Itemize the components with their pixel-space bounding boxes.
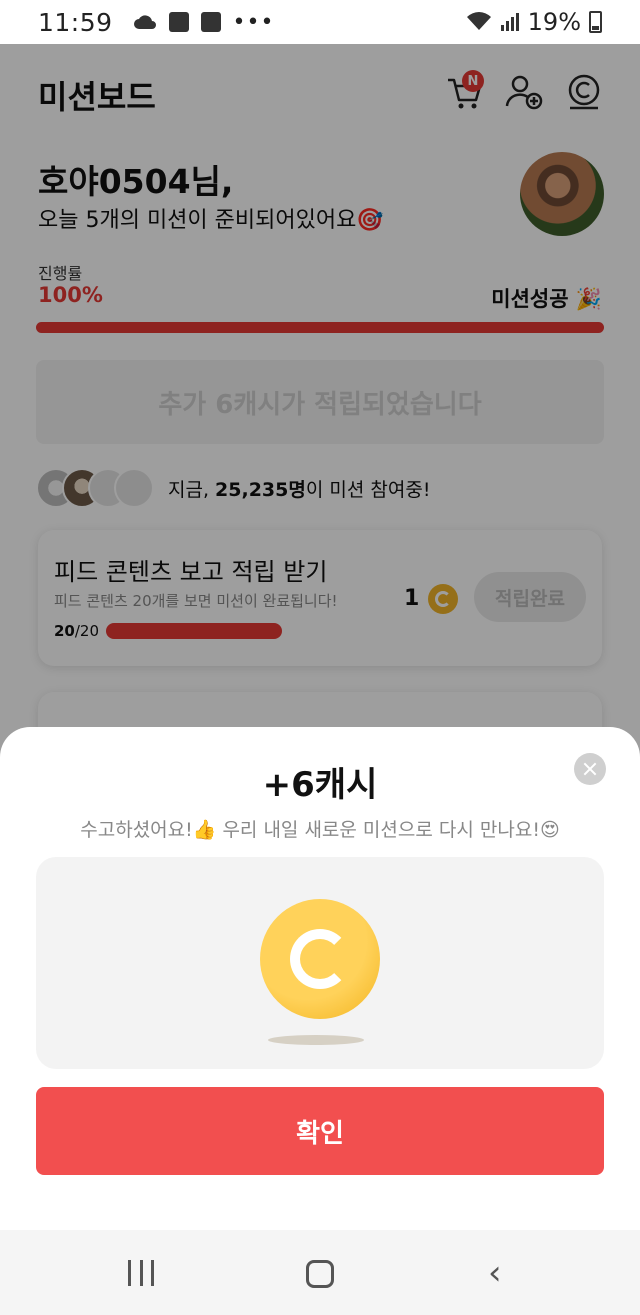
navigation-bar: ‹ (0, 1230, 640, 1315)
note-icon (168, 12, 189, 32)
confirm-button[interactable]: 확인 (36, 1087, 604, 1175)
cloud-icon (133, 15, 156, 29)
coin-shadow (268, 1035, 364, 1045)
wifi-icon (466, 12, 491, 30)
coin-illustration-box (36, 857, 604, 1069)
more-notifications-icon: ••• (232, 9, 275, 35)
signal-icon (500, 13, 519, 31)
popup-title: +6캐시 (262, 765, 378, 805)
close-button[interactable] (574, 753, 606, 785)
back-icon[interactable]: ‹ (488, 1256, 502, 1290)
home-icon[interactable] (306, 1260, 334, 1288)
battery-percent: 19% (527, 8, 581, 36)
recent-apps-icon[interactable] (128, 1260, 154, 1286)
status-time: 11:59 (38, 7, 113, 37)
coin-icon (260, 899, 380, 1019)
status-bar: 11:59 ••• 19% (0, 0, 640, 44)
popup-message: 수고하셨어요!👍 우리 내일 새로운 미션으로 다시 만나요!😍 (80, 819, 560, 841)
battery-icon (589, 11, 602, 33)
reward-popup: +6캐시 수고하셨어요!👍 우리 내일 새로운 미션으로 다시 만나요!😍 확인 (0, 727, 640, 1230)
note-icon (200, 12, 221, 32)
